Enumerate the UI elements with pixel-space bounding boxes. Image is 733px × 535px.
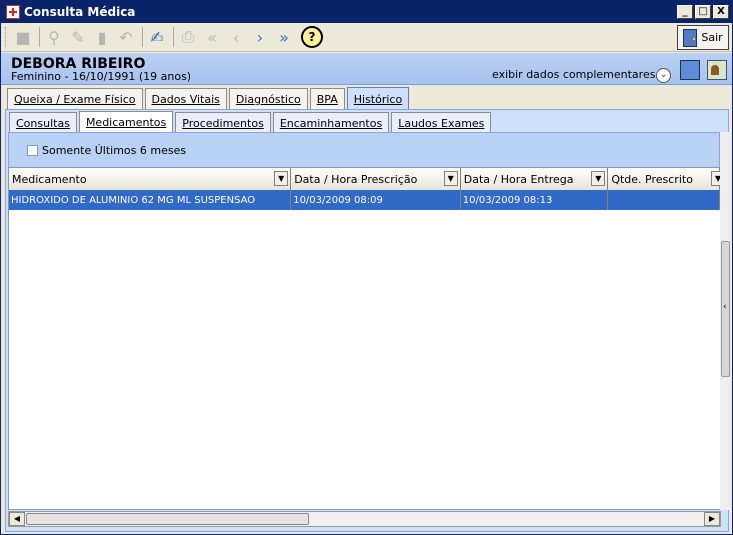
dropdown-arrow-icon[interactable]: ▼ (591, 171, 606, 186)
tab-medicamentos[interactable]: Medicamentos (78, 111, 174, 133)
chevron-down-icon[interactable]: ⌄ (656, 68, 671, 83)
column-header-data-prescricao[interactable]: Data / Hora Prescrição ▼ (291, 168, 461, 190)
column-label: Qtde. Prescrito (611, 172, 693, 186)
column-header-data-entrega[interactable]: Data / Hora Entrega ▼ (460, 168, 609, 190)
tab-queixa[interactable]: Queixa / Exame Físico (7, 88, 143, 110)
column-header-medicamento[interactable]: Medicamento ▼ (9, 168, 292, 190)
cell-data-entrega: 10/03/2009 08:13 (461, 190, 609, 210)
new-icon[interactable]: ■ (12, 26, 34, 48)
main-tabs: Queixa / Exame Físico Dados Vitais Diagn… (7, 87, 411, 110)
toolbar-grip (5, 27, 8, 47)
tab-dados-vitais[interactable]: Dados Vitais (144, 88, 227, 110)
binoculars-icon[interactable]: ⚲ (43, 26, 65, 48)
dropdown-arrow-icon[interactable]: ▼ (274, 171, 289, 186)
first-icon[interactable]: « (201, 26, 223, 48)
patient-info: Feminino - 16/10/1991 (19 anos) (11, 70, 192, 83)
prev-icon[interactable]: ‹ (225, 26, 247, 48)
scroll-left-icon[interactable]: ◀ (9, 512, 25, 526)
chevron-left-icon: ‹ (723, 302, 727, 312)
patient-card-icon[interactable] (680, 60, 700, 80)
patient-header: DEBORA RIBEIRO Feminino - 16/10/1991 (19… (1, 53, 732, 85)
cell-medicamento: HIDROXIDO DE ALUMINIO 62 MG ML SUSPENSAO (9, 190, 292, 210)
print-icon[interactable]: ⎙ (177, 26, 199, 48)
help-icon[interactable]: ? (301, 26, 323, 48)
tab-bpa[interactable]: BPA (309, 88, 345, 110)
next-icon[interactable]: › (249, 26, 271, 48)
window-title: Consulta Médica (24, 5, 136, 19)
cell-qtde-prescrito (608, 190, 720, 210)
tab-diagnostico[interactable]: Diagnóstico (228, 88, 308, 110)
app-icon (6, 5, 20, 19)
sair-button[interactable]: Sair (677, 25, 729, 50)
horizontal-scroll-thumb[interactable] (26, 513, 309, 525)
close-button[interactable]: X (713, 5, 729, 19)
patient-photo-icon[interactable] (707, 60, 727, 80)
column-label: Data / Hora Prescrição (294, 172, 418, 186)
tab-laudos-exames[interactable]: Laudos Exames (391, 112, 492, 133)
dropdown-arrow-icon[interactable]: ▼ (443, 171, 458, 186)
cell-data-prescricao: 10/03/2009 08:09 (291, 190, 461, 210)
toolbar: ■ ⚲ ✎ ▮ ↶ ✍ ⎙ « ‹ › » ? Sair (1, 23, 732, 52)
tab-historico[interactable]: Histórico (346, 87, 410, 110)
tab-procedimentos[interactable]: Procedimentos (175, 112, 271, 133)
somente-6-meses-label: Somente Últimos 6 meses (42, 144, 187, 157)
edit-icon[interactable]: ✍ (146, 26, 168, 48)
trash-icon[interactable]: ▮ (91, 26, 113, 48)
last-icon[interactable]: » (273, 26, 295, 48)
filter-checkbox-row[interactable]: Somente Últimos 6 meses (27, 144, 186, 157)
minimize-button[interactable]: _ (677, 5, 693, 19)
undo-icon[interactable]: ↶ (115, 26, 137, 48)
sub-tabs: Consultas Medicamentos Procedimentos Enc… (9, 111, 493, 133)
main-window: Consulta Médica _ □ X ■ ⚲ ✎ ▮ ↶ ✍ ⎙ « ‹ … (0, 0, 733, 535)
exibir-dados-link[interactable]: exibir dados complementares... (492, 68, 666, 81)
column-header-qtde-prescrito[interactable]: Qtde. Prescrito ▼ (608, 168, 720, 190)
scroll-right-icon[interactable]: ▶ (704, 512, 720, 526)
eraser-icon[interactable]: ✎ (67, 26, 89, 48)
column-label: Data / Hora Entrega (463, 172, 574, 186)
title-bar: Consulta Médica _ □ X (1, 1, 732, 23)
grid-header: Medicamento ▼ Data / Hora Prescrição ▼ D… (9, 168, 720, 190)
tab-encaminhamentos[interactable]: Encaminhamentos (272, 112, 390, 133)
vertical-scroll-thumb[interactable]: ‹ (721, 241, 730, 377)
somente-6-meses-checkbox[interactable] (27, 145, 38, 156)
table-row[interactable]: HIDROXIDO DE ALUMINIO 62 MG ML SUSPENSAO… (9, 190, 720, 210)
column-label: Medicamento (12, 172, 87, 186)
maximize-button[interactable]: □ (695, 5, 711, 19)
horizontal-scrollbar[interactable]: ◀ ▶ (8, 511, 721, 527)
door-icon (683, 28, 698, 47)
tab-consultas[interactable]: Consultas (9, 112, 77, 133)
medicamentos-grid: Medicamento ▼ Data / Hora Prescrição ▼ D… (8, 167, 721, 510)
sair-label: Sair (701, 31, 723, 44)
